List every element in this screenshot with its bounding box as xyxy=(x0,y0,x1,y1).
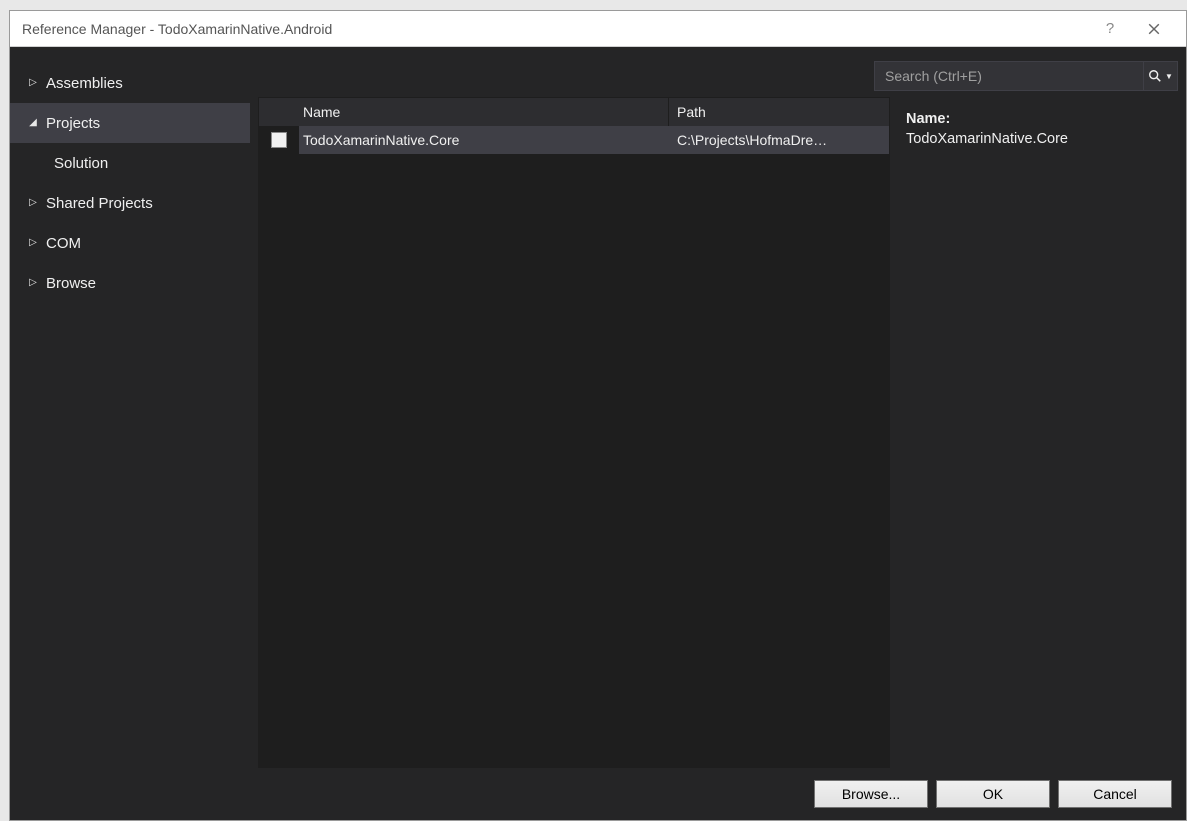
checkbox[interactable] xyxy=(271,132,287,148)
dialog-body: ▷ Assemblies ◢ Projects Solution ▷ Share… xyxy=(10,47,1186,820)
sidebar: ▷ Assemblies ◢ Projects Solution ▷ Share… xyxy=(10,47,250,768)
ok-button[interactable]: OK xyxy=(936,780,1050,808)
cancel-button[interactable]: Cancel xyxy=(1058,780,1172,808)
details-pane: Name: TodoXamarinNative.Core xyxy=(896,97,1178,768)
sidebar-item-label: Assemblies xyxy=(46,75,123,92)
column-header-path[interactable]: Path xyxy=(669,98,889,126)
main-area: ▼ Name Path xyxy=(250,47,1186,768)
sidebar-item-assemblies[interactable]: ▷ Assemblies xyxy=(10,63,250,103)
chevron-right-icon: ▷ xyxy=(26,238,40,248)
sidebar-item-label: Projects xyxy=(46,115,100,132)
toolbar: ▼ xyxy=(250,61,1186,97)
search-input[interactable] xyxy=(874,61,1144,91)
column-header-name[interactable]: Name xyxy=(299,98,669,126)
search-button[interactable]: ▼ xyxy=(1144,61,1178,91)
close-icon xyxy=(1148,23,1160,35)
chevron-down-icon: ▼ xyxy=(1165,72,1173,81)
reference-list: Name Path TodoXamarinNative.Core C:\Proj… xyxy=(258,97,890,768)
row-path: C:\Projects\HofmaDre… xyxy=(669,132,889,148)
footer: Browse... OK Cancel xyxy=(10,768,1186,820)
content-area: ▷ Assemblies ◢ Projects Solution ▷ Share… xyxy=(10,47,1186,768)
search-wrap: ▼ xyxy=(874,61,1178,91)
search-icon xyxy=(1148,69,1162,83)
sidebar-item-com[interactable]: ▷ COM xyxy=(10,223,250,263)
sidebar-item-solution[interactable]: Solution xyxy=(10,143,250,183)
titlebar: Reference Manager - TodoXamarinNative.An… xyxy=(10,11,1186,47)
window-title: Reference Manager - TodoXamarinNative.An… xyxy=(22,21,1088,37)
row-checkbox-cell xyxy=(259,126,299,154)
chevron-right-icon: ▷ xyxy=(26,78,40,88)
reference-manager-dialog: Reference Manager - TodoXamarinNative.An… xyxy=(9,10,1187,821)
sidebar-item-label: Solution xyxy=(54,155,108,172)
mid-area: Name Path TodoXamarinNative.Core C:\Proj… xyxy=(250,97,1186,768)
sidebar-item-label: Shared Projects xyxy=(46,195,153,212)
details-name-label: Name: xyxy=(906,111,1168,127)
sidebar-item-browse[interactable]: ▷ Browse xyxy=(10,263,250,303)
sidebar-item-label: COM xyxy=(46,235,81,252)
browse-button[interactable]: Browse... xyxy=(814,780,928,808)
chevron-right-icon: ▷ xyxy=(26,198,40,208)
chevron-right-icon: ▷ xyxy=(26,278,40,288)
table-row[interactable]: TodoXamarinNative.Core C:\Projects\Hofma… xyxy=(259,126,889,154)
sidebar-item-projects[interactable]: ◢ Projects xyxy=(10,103,250,143)
help-button[interactable]: ? xyxy=(1088,15,1132,43)
chevron-down-icon: ◢ xyxy=(26,118,40,128)
sidebar-item-label: Browse xyxy=(46,275,96,292)
sidebar-item-shared-projects[interactable]: ▷ Shared Projects xyxy=(10,183,250,223)
row-name: TodoXamarinNative.Core xyxy=(299,132,669,148)
close-button[interactable] xyxy=(1132,15,1176,43)
details-name-value: TodoXamarinNative.Core xyxy=(906,131,1168,147)
list-header: Name Path xyxy=(259,98,889,126)
